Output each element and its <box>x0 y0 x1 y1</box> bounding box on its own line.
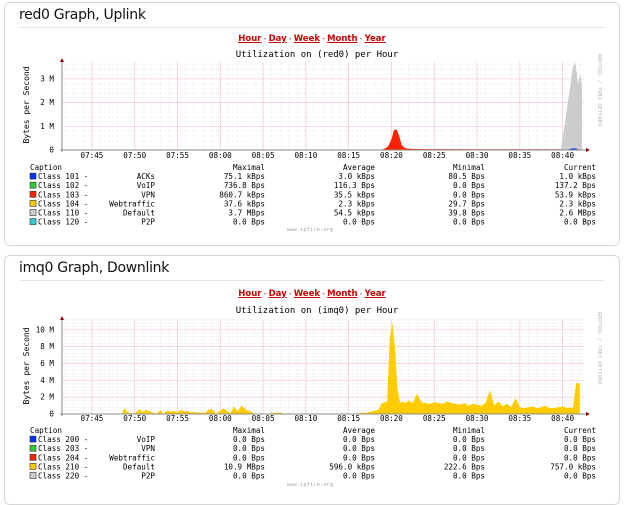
separator: - <box>263 34 267 44</box>
divider <box>19 280 605 281</box>
link-day[interactable]: Day <box>269 289 287 299</box>
separator: - <box>263 289 267 299</box>
divider <box>19 27 605 28</box>
separator: - <box>359 34 363 44</box>
uplink-graph-card: red0 Graph, Uplink Hour - Day - Week - Month - Y… <box>4 2 620 246</box>
separator: - <box>322 34 326 44</box>
link-week[interactable]: Week <box>294 289 320 299</box>
period-links: Hour - Day - Week - Month - Year <box>5 34 619 44</box>
link-day[interactable]: Day <box>269 34 287 44</box>
link-hour[interactable]: Hour <box>238 34 261 44</box>
separator: - <box>322 289 326 299</box>
separator: - <box>288 34 292 44</box>
link-month[interactable]: Month <box>327 34 357 44</box>
link-week[interactable]: Week <box>294 34 320 44</box>
separator: - <box>359 289 363 299</box>
period-links: Hour - Day - Week - Month - Year <box>5 289 619 299</box>
card-title: red0 Graph, Uplink <box>19 7 146 23</box>
link-year[interactable]: Year <box>365 34 386 44</box>
separator: - <box>288 289 292 299</box>
card-title: imq0 Graph, Downlink <box>19 260 170 276</box>
link-year[interactable]: Year <box>365 289 386 299</box>
link-month[interactable]: Month <box>327 289 357 299</box>
link-hour[interactable]: Hour <box>238 289 261 299</box>
downlink-graph-card: imq0 Graph, Downlink Hour - Day - Week - Month… <box>4 255 620 505</box>
